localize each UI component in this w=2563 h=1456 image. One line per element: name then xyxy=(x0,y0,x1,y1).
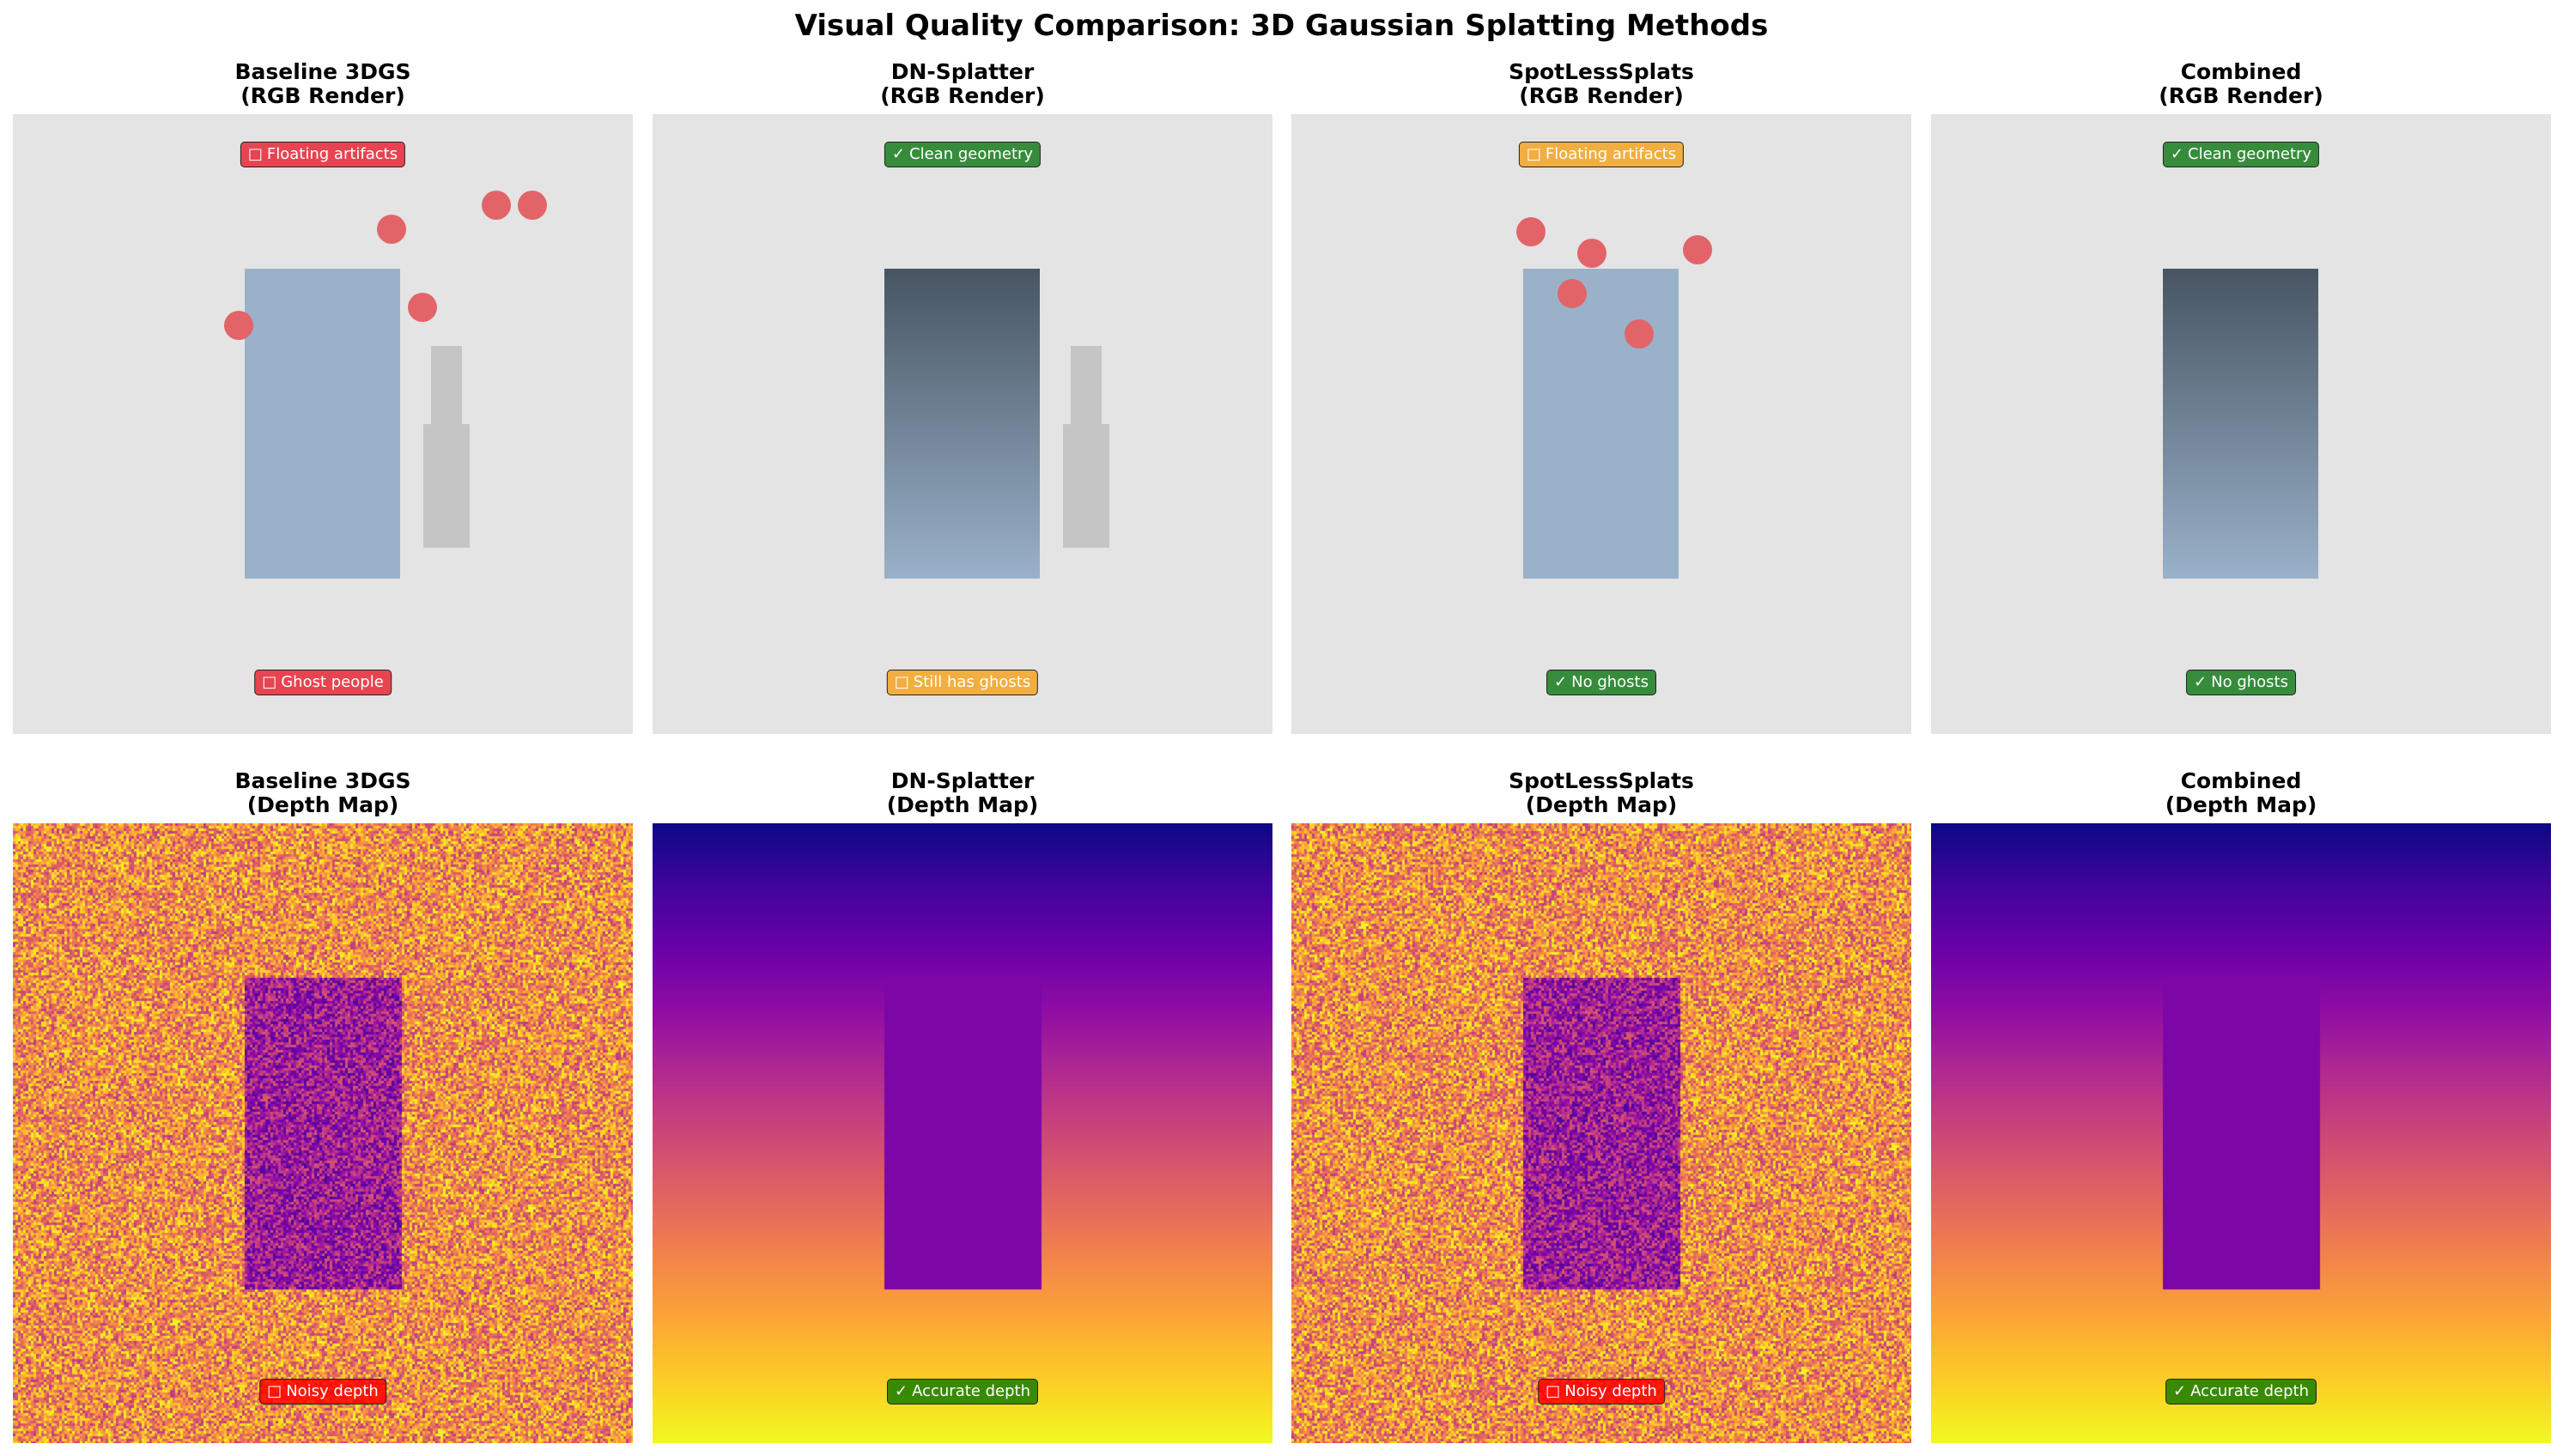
rgb-render-panel: ✓ Clean geometry □ Still has ghosts xyxy=(653,114,1272,734)
panel-title: Combined (Depth Map) xyxy=(1931,769,2551,817)
warning-icon: □ xyxy=(894,673,909,691)
floating-artifact xyxy=(224,311,253,340)
panel-title: Baseline 3DGS (RGB Render) xyxy=(13,60,633,108)
quality-badge-top: ✓ Clean geometry xyxy=(884,142,1042,167)
panel-title-view: (Depth Map) xyxy=(246,792,399,817)
panel-title-method: SpotLessSplats xyxy=(1509,768,1694,793)
panel-title: SpotLessSplats (RGB Render) xyxy=(1291,60,1911,108)
x-icon: □ xyxy=(267,1382,282,1400)
floating-artifact xyxy=(518,191,547,220)
floating-artifact xyxy=(1577,239,1606,268)
quality-badge-bottom: □ Ghost people xyxy=(254,670,392,695)
floating-artifact xyxy=(1625,319,1654,349)
check-icon: ✓ xyxy=(2170,145,2184,163)
panel-title-method: DN-Splatter xyxy=(890,768,1035,793)
panel-title-view: (Depth Map) xyxy=(2165,792,2317,817)
badge-label: Accurate depth xyxy=(2190,1382,2309,1400)
badge-label: Noisy depth xyxy=(286,1382,379,1400)
check-icon: ✓ xyxy=(2194,673,2208,691)
depth-map-panel: ✓ Accurate depth xyxy=(1931,823,2551,1443)
floating-artifact xyxy=(482,191,511,220)
figure-title: Visual Quality Comparison: 3D Gaussian S… xyxy=(794,9,1769,43)
rgb-scene xyxy=(13,114,633,734)
x-icon: □ xyxy=(262,673,277,691)
panel-title-view: (Depth Map) xyxy=(886,792,1039,817)
badge-label: Clean geometry xyxy=(2188,145,2312,163)
panel-title-method: Combined xyxy=(2180,768,2302,793)
rgb-render-panel: □ Floating artifacts ✓ No ghosts xyxy=(1291,114,1911,734)
badge-label: Clean geometry xyxy=(909,145,1034,163)
quality-badge-bottom: □ Noisy depth xyxy=(1538,1379,1665,1404)
rgb-scene xyxy=(1291,114,1911,734)
panel-title-method: Combined xyxy=(2180,59,2302,84)
quality-badge-top: □ Floating artifacts xyxy=(240,142,406,167)
depth-map-panel: ✓ Accurate depth xyxy=(653,823,1272,1443)
depth-map-image xyxy=(1291,823,1911,1443)
badge-label: Ghost people xyxy=(281,673,384,691)
depth-map-image xyxy=(13,823,633,1443)
panel-title: DN-Splatter (RGB Render) xyxy=(653,60,1272,108)
panel-title: SpotLessSplats (Depth Map) xyxy=(1291,769,1911,817)
rgb-scene xyxy=(1931,114,2551,734)
depth-map-panel: □ Noisy depth xyxy=(1291,823,1911,1443)
badge-label: Floating artifacts xyxy=(1545,145,1677,163)
x-icon: □ xyxy=(247,145,263,163)
floating-artifact xyxy=(1516,217,1546,246)
quality-badge-bottom: □ Noisy depth xyxy=(259,1379,386,1404)
main-object xyxy=(1523,269,1679,579)
panel-title-method: SpotLessSplats xyxy=(1509,59,1694,84)
check-icon: ✓ xyxy=(2173,1382,2187,1400)
depth-map-panel: □ Noisy depth xyxy=(13,823,633,1443)
check-icon: ✓ xyxy=(1554,673,1568,691)
quality-badge-bottom: ✓ Accurate depth xyxy=(887,1379,1038,1404)
rgb-render-panel: ✓ Clean geometry ✓ No ghosts xyxy=(1931,114,2551,734)
floating-artifact xyxy=(377,215,406,244)
panel-title: Baseline 3DGS (Depth Map) xyxy=(13,769,633,817)
depth-map-image xyxy=(653,823,1272,1443)
check-icon: ✓ xyxy=(891,145,906,163)
badge-label: Accurate depth xyxy=(912,1382,1030,1400)
warning-icon: □ xyxy=(1526,145,1541,163)
badge-label: Floating artifacts xyxy=(266,145,398,163)
panel-title: DN-Splatter (Depth Map) xyxy=(653,769,1272,817)
depth-map-image xyxy=(1931,823,2551,1443)
floating-artifact xyxy=(408,293,437,322)
panel-title-method: Baseline 3DGS xyxy=(234,768,411,793)
panel-title-view: (Depth Map) xyxy=(1525,792,1678,817)
badge-label: No ghosts xyxy=(2211,673,2288,691)
check-icon: ✓ xyxy=(895,1382,908,1400)
main-object xyxy=(884,269,1040,579)
panel-title-view: (RGB Render) xyxy=(1519,83,1684,108)
rgb-scene xyxy=(653,114,1272,734)
panel-title-method: DN-Splatter xyxy=(890,59,1035,84)
quality-badge-bottom: ✓ No ghosts xyxy=(2186,670,2296,695)
panel-title-view: (RGB Render) xyxy=(240,83,405,108)
main-object xyxy=(245,269,400,579)
panel-title-view: (RGB Render) xyxy=(2159,83,2323,108)
rgb-render-panel: □ Floating artifacts □ Ghost people xyxy=(13,114,633,734)
floating-artifact xyxy=(1683,235,1712,264)
badge-label: Noisy depth xyxy=(1564,1382,1657,1400)
quality-badge-bottom: ✓ No ghosts xyxy=(1546,670,1656,695)
badge-label: No ghosts xyxy=(1571,673,1649,691)
badge-label: Still has ghosts xyxy=(913,673,1031,691)
panel-title-view: (RGB Render) xyxy=(880,83,1045,108)
quality-badge-bottom: ✓ Accurate depth xyxy=(2165,1379,2317,1404)
main-object xyxy=(2163,269,2318,579)
quality-badge-top: □ Floating artifacts xyxy=(1518,142,1685,167)
panel-title: Combined (RGB Render) xyxy=(1931,60,2551,108)
floating-artifact xyxy=(1558,279,1587,308)
quality-badge-top: ✓ Clean geometry xyxy=(2162,142,2320,167)
x-icon: □ xyxy=(1546,1382,1561,1400)
quality-badge-bottom: □ Still has ghosts xyxy=(886,670,1039,695)
panel-title-method: Baseline 3DGS xyxy=(234,59,411,84)
